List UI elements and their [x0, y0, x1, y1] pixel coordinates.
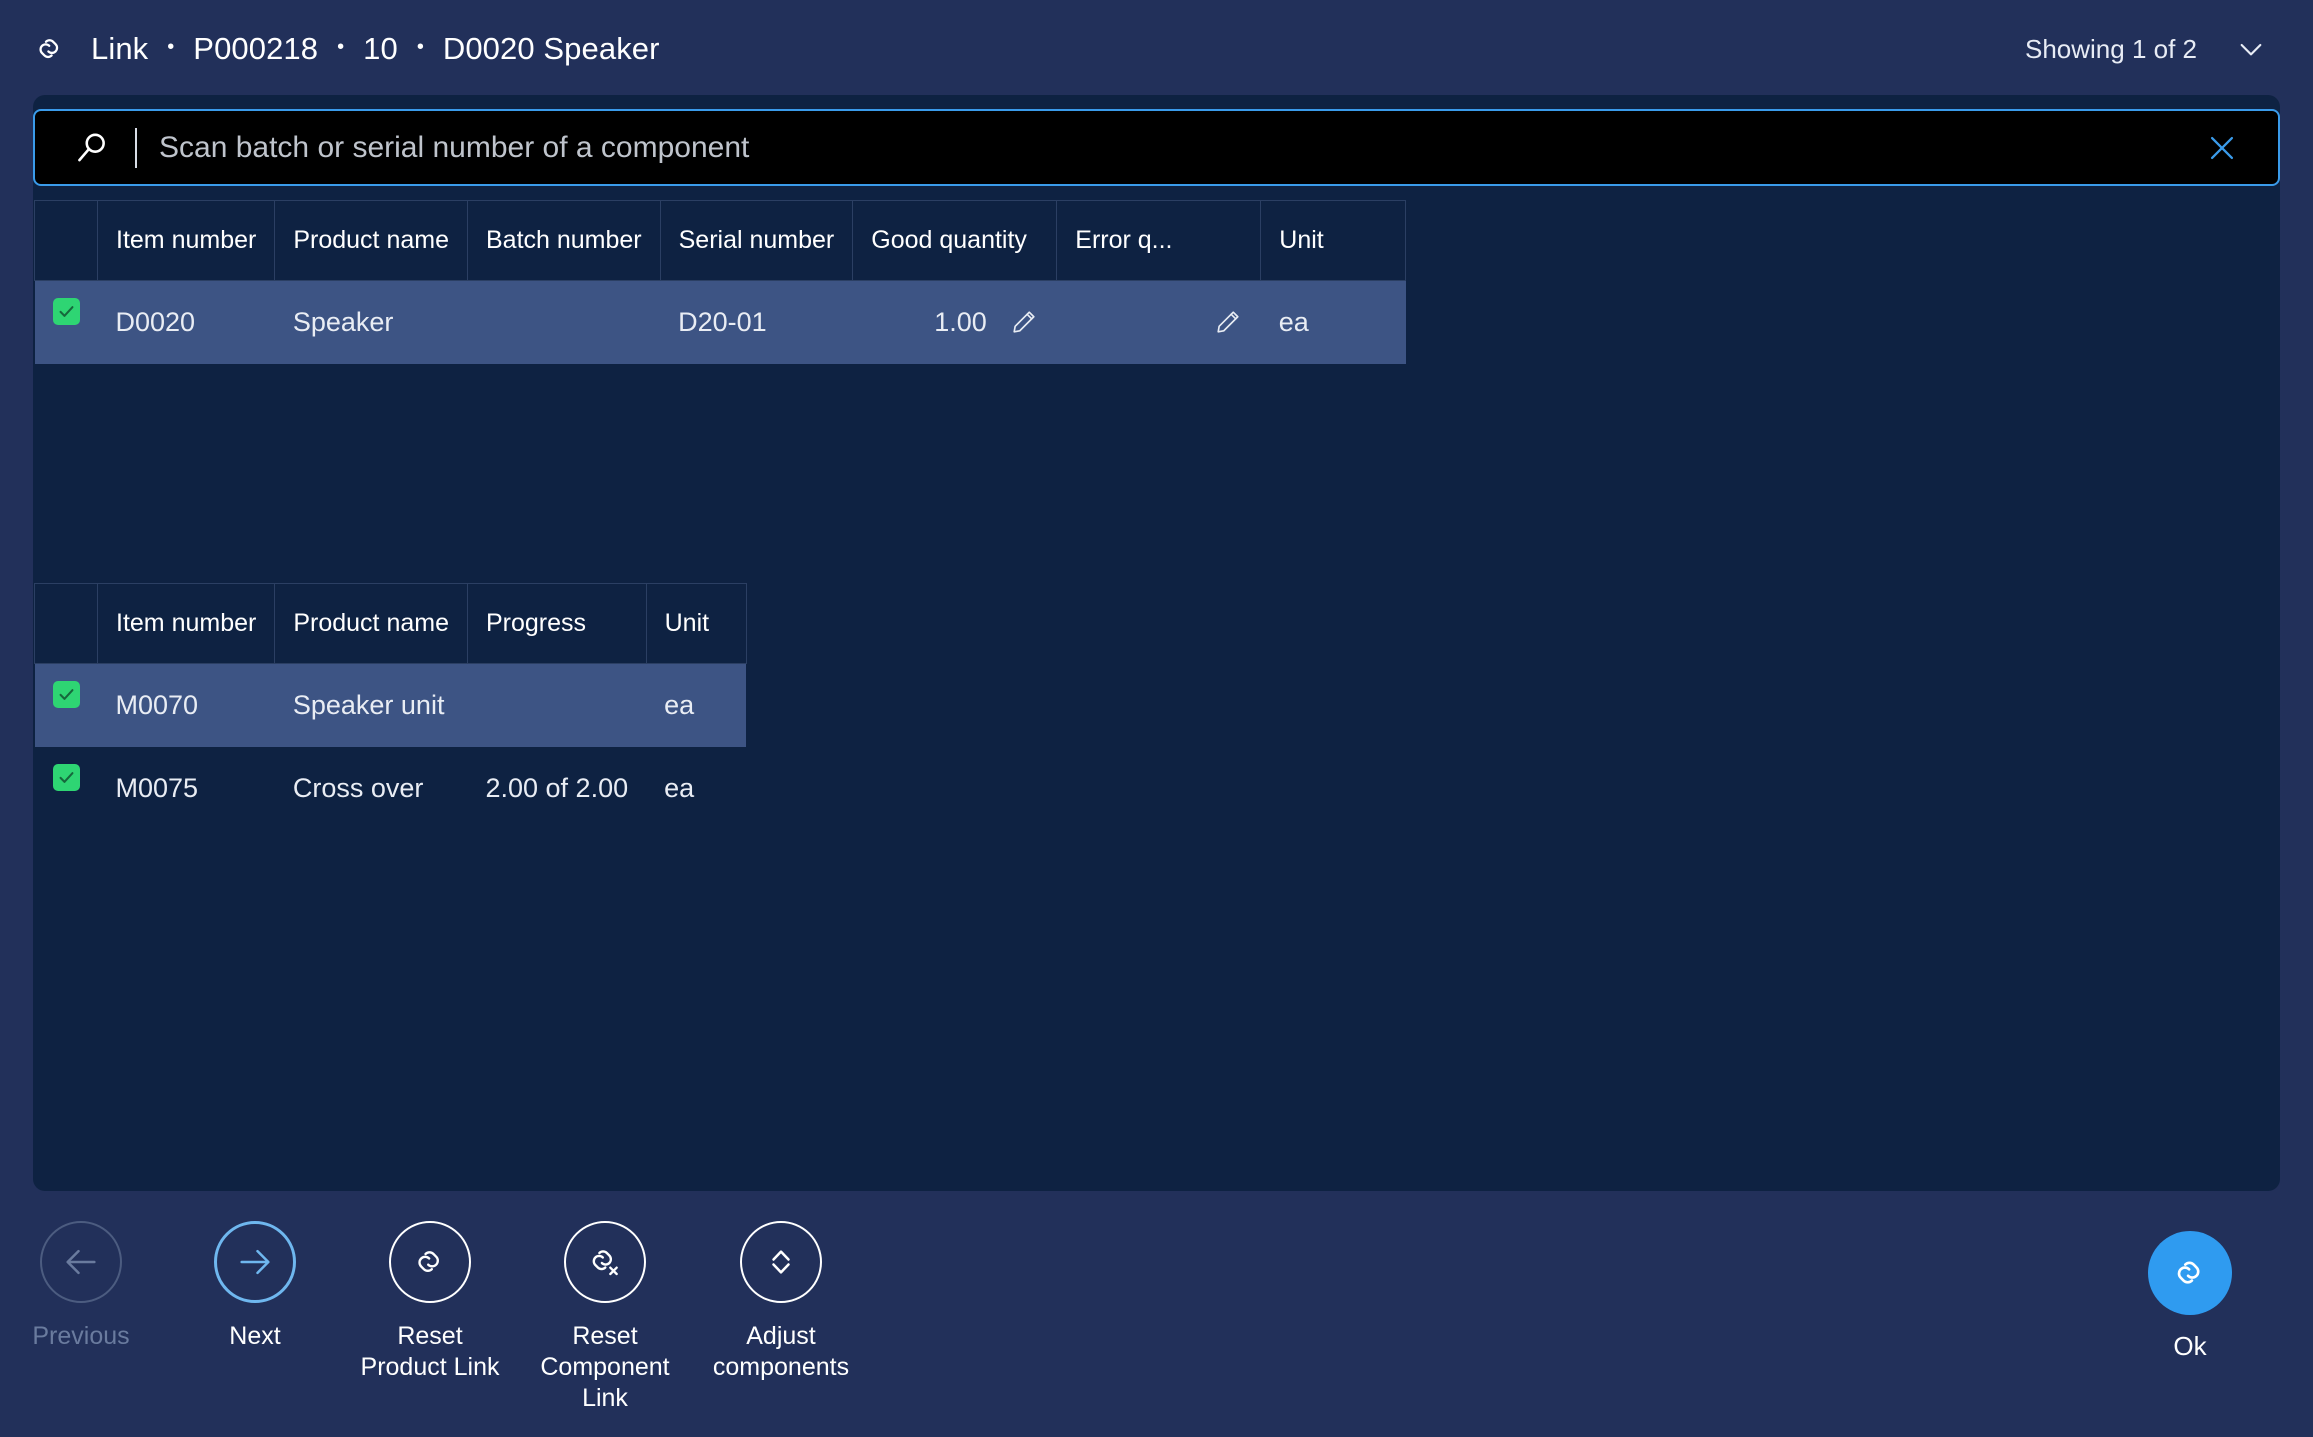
lines-table: Item number Product name Progress Unit: [34, 583, 747, 830]
header-unit[interactable]: Unit: [646, 584, 746, 664]
scan-search-bar[interactable]: Scan batch or serial number of a compone…: [33, 109, 2280, 186]
ok-button[interactable]: Ok: [2105, 1231, 2275, 1362]
checkbox-checked-icon[interactable]: [53, 681, 80, 708]
row-checkbox-cell[interactable]: [35, 664, 98, 747]
cell-item-number: D0020: [98, 281, 275, 364]
showing-group[interactable]: Showing 1 of 2: [2025, 33, 2267, 65]
table-header-row: Item number Product name Progress Unit: [35, 584, 747, 664]
next-button[interactable]: Next: [160, 1221, 350, 1352]
header-item-number[interactable]: Item number: [98, 201, 275, 281]
adjust-components-button[interactable]: Adjust components: [686, 1221, 876, 1383]
header-select-all[interactable]: [35, 584, 98, 664]
cell-good-quantity: 1.00: [853, 281, 1057, 364]
link-off-icon: [564, 1221, 646, 1303]
cell-batch-number: [467, 281, 660, 364]
ok-label: Ok: [2173, 1331, 2206, 1362]
chevron-up-down-icon: [740, 1221, 822, 1303]
showing-count-label: Showing 1 of 2: [2025, 34, 2197, 65]
header-product-name[interactable]: Product name: [275, 584, 468, 664]
cell-progress: 2.00 of 2.00: [467, 747, 646, 830]
checkbox-checked-icon[interactable]: [53, 298, 80, 325]
search-icon: [69, 124, 117, 172]
breadcrumb-item-3[interactable]: D0020 Speaker: [443, 31, 660, 67]
reset-component-link-button[interactable]: Reset Component Link: [510, 1221, 700, 1414]
header-unit[interactable]: Unit: [1261, 201, 1406, 281]
cell-product-name: Speaker unit: [275, 664, 468, 747]
row-checkbox-cell[interactable]: [35, 281, 98, 364]
components-grid: Item number Product name Batch number Se…: [34, 200, 1406, 364]
breadcrumb: Link • P000218 • 10 • D0020 Speaker: [30, 29, 2025, 69]
breadcrumb-separator: •: [167, 37, 174, 57]
header-error-quantity[interactable]: Error q...: [1057, 201, 1261, 281]
edit-pencil-icon[interactable]: [1213, 307, 1243, 337]
arrow-right-icon: [214, 1221, 296, 1303]
search-input[interactable]: Scan batch or serial number of a compone…: [159, 131, 2194, 165]
reset-product-link-button[interactable]: Reset Product Link: [335, 1221, 525, 1383]
previous-label: Previous: [32, 1321, 129, 1352]
arrow-left-icon: [40, 1221, 122, 1303]
row-checkbox-cell[interactable]: [35, 747, 98, 830]
close-icon[interactable]: [2194, 120, 2250, 176]
link-icon: [2148, 1231, 2232, 1315]
reset-component-link-label: Reset Component Link: [540, 1321, 669, 1414]
cell-error-quantity: [1057, 281, 1261, 364]
breadcrumb-separator: •: [417, 37, 424, 57]
next-label: Next: [229, 1321, 280, 1352]
app-header: Link • P000218 • 10 • D0020 Speaker Show…: [0, 0, 2313, 98]
header-item-number[interactable]: Item number: [98, 584, 275, 664]
text-cursor: [135, 128, 137, 168]
header-good-quantity[interactable]: Good quantity: [853, 201, 1057, 281]
link-icon: [389, 1221, 471, 1303]
edit-pencil-icon[interactable]: [1009, 307, 1039, 337]
breadcrumb-item-2[interactable]: 10: [363, 31, 398, 67]
breadcrumb-item-1[interactable]: P000218: [193, 31, 318, 67]
content-panel: Scan batch or serial number of a compone…: [33, 95, 2280, 1191]
cell-unit: ea: [646, 747, 746, 830]
cell-progress: [467, 664, 646, 747]
components-table: Item number Product name Batch number Se…: [34, 200, 1406, 364]
cell-serial-number: D20-01: [660, 281, 853, 364]
link-component-screen: Link • P000218 • 10 • D0020 Speaker Show…: [0, 0, 2313, 1437]
cell-item-number: M0070: [98, 664, 275, 747]
cell-unit: ea: [646, 664, 746, 747]
header-serial-number[interactable]: Serial number: [660, 201, 853, 281]
cell-product-name: Speaker: [275, 281, 468, 364]
breadcrumb-separator: •: [337, 37, 344, 57]
cell-unit: ea: [1261, 281, 1406, 364]
table-row[interactable]: D0020 Speaker D20-01 1.00: [35, 281, 1406, 364]
header-product-name[interactable]: Product name: [275, 201, 468, 281]
header-batch-number[interactable]: Batch number: [467, 201, 660, 281]
header-select-all[interactable]: [35, 201, 98, 281]
action-bar: Previous Next Reset Product Link: [0, 1203, 2313, 1437]
table-row[interactable]: M0075 Cross over 2.00 of 2.00 ea: [35, 747, 747, 830]
table-header-row: Item number Product name Batch number Se…: [35, 201, 1406, 281]
reset-product-link-label: Reset Product Link: [361, 1321, 500, 1383]
breadcrumb-item-0[interactable]: Link: [91, 31, 148, 67]
checkbox-checked-icon[interactable]: [53, 764, 80, 791]
link-icon: [30, 29, 70, 69]
previous-button[interactable]: Previous: [0, 1221, 176, 1352]
lines-grid: Item number Product name Progress Unit: [34, 583, 747, 830]
table-row[interactable]: M0070 Speaker unit ea: [35, 664, 747, 747]
cell-item-number: M0075: [98, 747, 275, 830]
header-progress[interactable]: Progress: [467, 584, 646, 664]
chevron-down-icon[interactable]: [2235, 33, 2267, 65]
adjust-components-label: Adjust components: [713, 1321, 849, 1383]
cell-product-name: Cross over: [275, 747, 468, 830]
good-quantity-value: 1.00: [934, 307, 987, 338]
